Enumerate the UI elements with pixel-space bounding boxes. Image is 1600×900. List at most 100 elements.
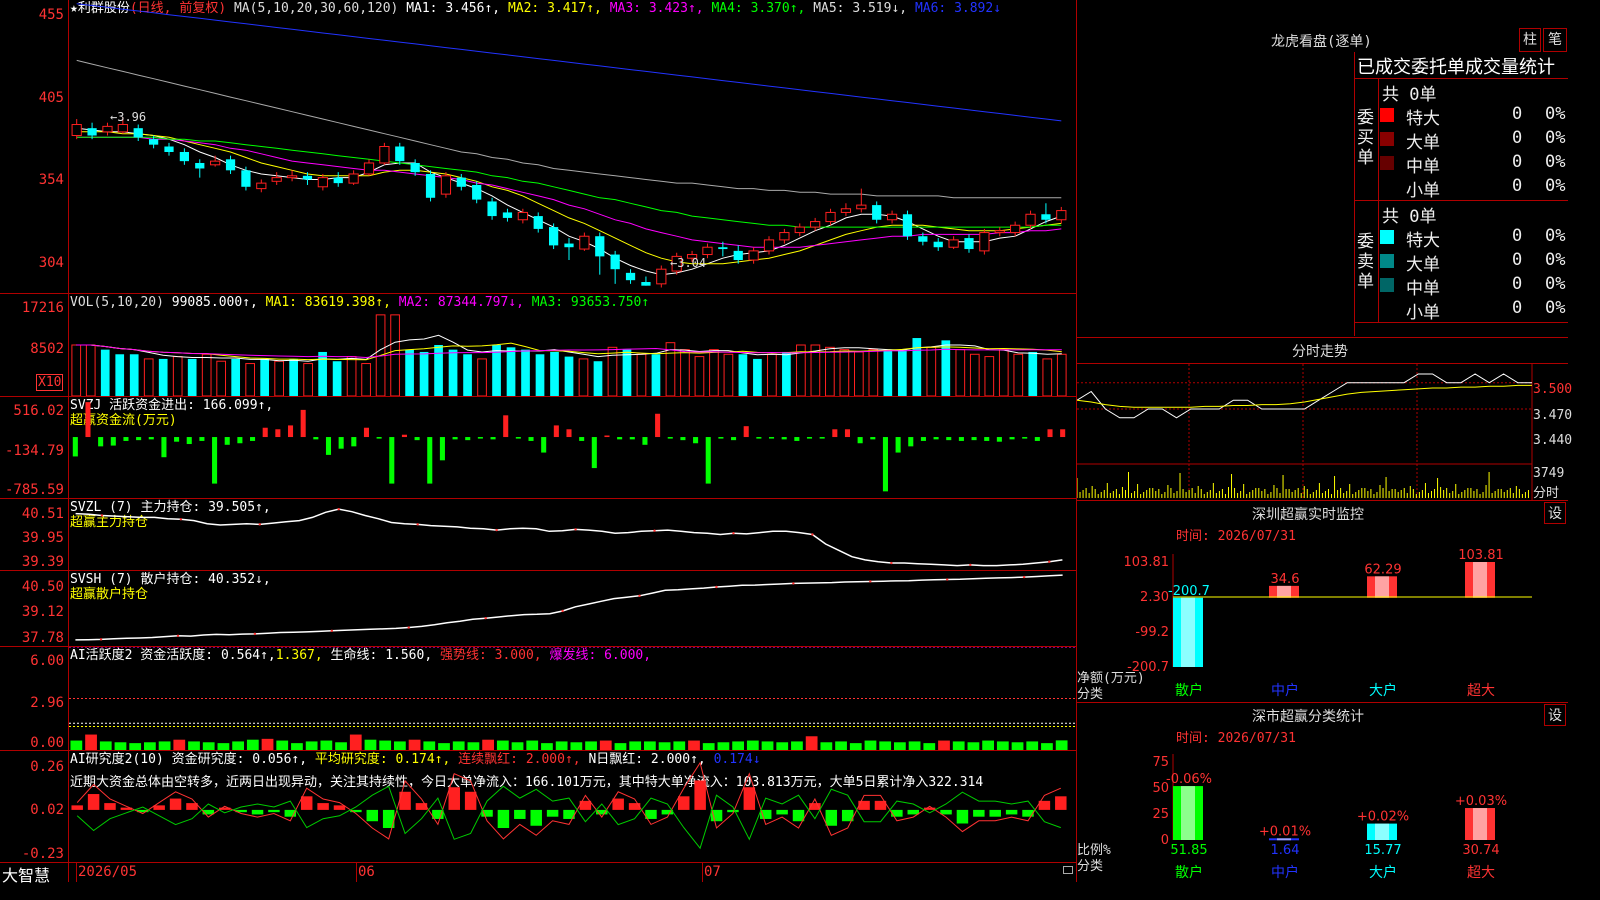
candlestick-chart[interactable] bbox=[69, 0, 1076, 293]
activity-bar bbox=[849, 743, 862, 750]
main-holding-chart[interactable] bbox=[69, 499, 1076, 570]
intraday-chart[interactable] bbox=[1077, 364, 1568, 500]
row-label: 小单 bbox=[1406, 303, 1440, 323]
flow-bar bbox=[477, 437, 483, 439]
volume-bar bbox=[231, 358, 241, 396]
sell-row-s: 小单 0 0% bbox=[1380, 297, 1568, 323]
volume-bar bbox=[955, 349, 966, 396]
candle bbox=[456, 177, 466, 187]
volume-bar bbox=[448, 349, 458, 396]
activity-bar bbox=[938, 740, 950, 750]
activity-bar bbox=[1011, 742, 1024, 750]
candle bbox=[856, 204, 867, 210]
category-label: 超大 bbox=[1467, 683, 1495, 699]
flow-bar bbox=[136, 437, 142, 441]
lock-icon[interactable] bbox=[1063, 866, 1073, 874]
vol-unit-badge[interactable]: X10 bbox=[36, 374, 64, 391]
activity-bar bbox=[85, 734, 97, 750]
sz-monitor-settings-button[interactable]: 设 bbox=[1544, 502, 1566, 524]
research-bar bbox=[1022, 809, 1034, 817]
row-pct: 0% bbox=[1545, 226, 1566, 246]
activity-bar bbox=[585, 741, 597, 750]
row-pct: 0% bbox=[1545, 104, 1566, 124]
candle bbox=[164, 146, 174, 152]
research-bar bbox=[973, 809, 985, 817]
flow-bar bbox=[984, 437, 990, 441]
candle bbox=[440, 175, 452, 195]
retail-holding-chart[interactable] bbox=[69, 571, 1076, 646]
volume-bar bbox=[274, 360, 284, 396]
svzj-tick: -134.79 bbox=[4, 443, 64, 459]
activity-bar bbox=[379, 740, 392, 750]
row-label: 大单 bbox=[1406, 133, 1440, 153]
candle bbox=[979, 232, 990, 252]
divider bbox=[1354, 322, 1568, 323]
sz-stats-chart[interactable]: -0.06% 散户 +0.01% 中户 +0.02% 大户 +0.03% 超大 75 50 25 05… bbox=[1077, 740, 1568, 882]
candle bbox=[133, 128, 143, 138]
volume-bar bbox=[172, 356, 183, 396]
activity-bar bbox=[761, 741, 774, 750]
sz-stats-settings-button[interactable]: 设 bbox=[1544, 704, 1566, 726]
brand-logo[interactable]: 大智慧 bbox=[2, 862, 50, 886]
row-count: 0 bbox=[1512, 128, 1523, 148]
research-bar bbox=[858, 800, 870, 810]
category-label: 散户 bbox=[1175, 864, 1203, 881]
stats-tabs[interactable]: 已成交委托单成交量统计 bbox=[1357, 53, 1568, 79]
svzj-tick: 516.02 bbox=[13, 403, 64, 419]
main-chart-area[interactable]: ★利群股份(日线, 前复权) MA(5,10,20,30,60,120) MA1… bbox=[0, 0, 1077, 885]
bar-mode-button[interactable]: 柱 bbox=[1519, 28, 1541, 52]
candle bbox=[333, 177, 343, 184]
activity-chart[interactable] bbox=[69, 647, 1076, 750]
volume-bar bbox=[782, 351, 791, 396]
activity-bar bbox=[291, 743, 303, 750]
sz-monitor-ylabel: 分类 bbox=[1077, 687, 1104, 702]
holding-point bbox=[495, 528, 498, 532]
candle bbox=[379, 146, 390, 164]
sell-row-m: 中单 0 0% bbox=[1380, 273, 1568, 299]
flow-bar bbox=[819, 437, 825, 439]
flow-bar bbox=[237, 437, 243, 444]
volume-bar bbox=[694, 356, 705, 396]
holding-point bbox=[253, 632, 257, 636]
row-count: 0 bbox=[1512, 152, 1523, 172]
activity-bar bbox=[717, 742, 730, 750]
activity-bar bbox=[1026, 741, 1039, 750]
activity-bar bbox=[526, 740, 539, 750]
color-swatch bbox=[1380, 108, 1394, 122]
candle bbox=[1010, 224, 1021, 234]
buy-row-l: 大单 0 0% bbox=[1380, 127, 1568, 153]
svsh-tick: 39.12 bbox=[21, 604, 64, 620]
flow-bar bbox=[212, 437, 218, 484]
holding-point bbox=[176, 634, 180, 637]
volume-bar bbox=[550, 351, 559, 396]
holding-point bbox=[890, 561, 893, 565]
divider bbox=[0, 862, 1077, 863]
volume-chart[interactable] bbox=[69, 294, 1076, 396]
fund-flow-chart[interactable] bbox=[69, 397, 1076, 498]
volume-bar bbox=[129, 354, 139, 396]
candle bbox=[487, 201, 497, 217]
sz-monitor-chart[interactable]: -200.7散户34.6中户62.29大户103.81超大103.812.30-… bbox=[1077, 540, 1568, 700]
research-bar bbox=[268, 809, 280, 813]
ma-line bbox=[76, 3, 1062, 122]
sz-stats-bar-highlight bbox=[1181, 786, 1195, 840]
volume-bar bbox=[289, 358, 298, 396]
research-chart[interactable] bbox=[69, 751, 1076, 862]
flow-bar bbox=[1009, 437, 1015, 440]
research-bar bbox=[464, 791, 477, 810]
sz-monitor-bar-highlight bbox=[1277, 585, 1291, 598]
color-swatch bbox=[1380, 132, 1394, 146]
research-bar bbox=[71, 805, 83, 810]
ai2-tick: 0.02 bbox=[30, 802, 64, 818]
activity-bar bbox=[364, 739, 377, 750]
svzl-tick: 40.51 bbox=[21, 506, 64, 522]
research-bar bbox=[333, 805, 346, 810]
flow-bar bbox=[731, 437, 737, 441]
row-count: 0 bbox=[1512, 176, 1523, 196]
svsh-tick: 37.78 bbox=[21, 630, 64, 646]
row-label: 中单 bbox=[1406, 157, 1440, 177]
volume-bar bbox=[245, 363, 256, 396]
research-bar bbox=[940, 809, 952, 815]
tick-mode-button[interactable]: 笔 bbox=[1543, 28, 1567, 52]
activity-bar bbox=[1055, 740, 1068, 750]
